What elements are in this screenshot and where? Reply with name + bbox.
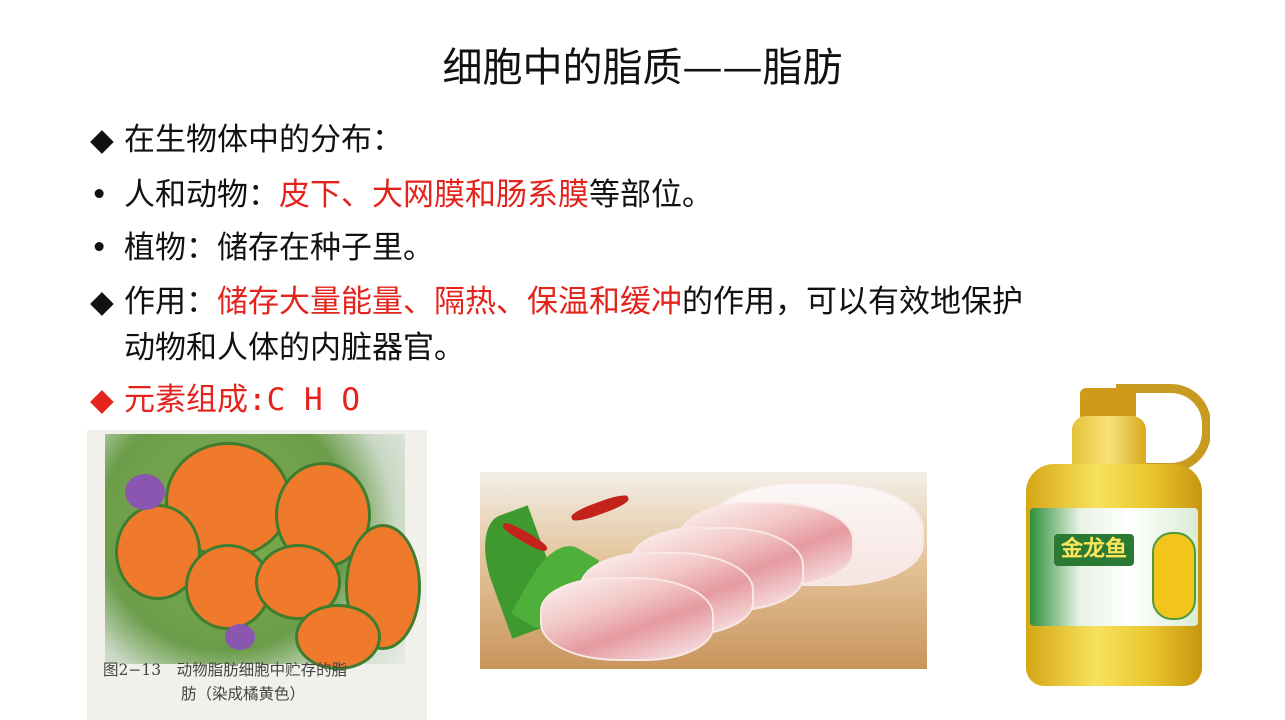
corn-icon bbox=[1152, 532, 1196, 620]
dot-bullet-icon: • bbox=[90, 230, 109, 266]
bottle-logo: 金龙鱼 bbox=[1054, 534, 1134, 566]
function-label: 作用： bbox=[124, 284, 217, 320]
bullet-plants: • 植物：储存在种子里。 bbox=[90, 228, 434, 268]
bullet-elements: ◆ 元素组成:C H O bbox=[90, 380, 360, 420]
figure-caption: 图2−13 动物脂肪细胞中贮存的脂 肪（染成橘黄色） bbox=[103, 658, 413, 706]
fat-cell-micrograph: 图2−13 动物脂肪细胞中贮存的脂 肪（染成橘黄色） bbox=[87, 430, 427, 720]
diamond-bullet-icon: ◆ bbox=[90, 382, 114, 418]
distribution-heading: 在生物体中的分布： bbox=[124, 122, 403, 158]
function-line-2: 动物和人体的内脏器官。 bbox=[124, 330, 465, 366]
diamond-bullet-icon: ◆ bbox=[90, 284, 114, 320]
slide-title: 细胞中的脂质——脂肪 bbox=[442, 45, 843, 91]
animals-suffix: 等部位。 bbox=[589, 177, 713, 213]
animals-label: 人和动物： bbox=[124, 177, 279, 213]
tissue-image bbox=[105, 434, 421, 670]
plants-text: 植物：储存在种子里。 bbox=[124, 230, 434, 266]
bullet-distribution: ◆ 在生物体中的分布： bbox=[90, 120, 403, 160]
function-suffix: 的作用，可以有效地保护 bbox=[682, 284, 1023, 320]
bottle-cap bbox=[1080, 388, 1136, 418]
diamond-bullet-icon: ◆ bbox=[90, 122, 114, 158]
caption-line-1: 图2−13 动物脂肪细胞中贮存的脂 bbox=[103, 661, 348, 679]
caption-line-2: 肪（染成橘黄色） bbox=[181, 685, 306, 703]
bullet-animals: • 人和动物：皮下、大网膜和肠系膜等部位。 bbox=[90, 175, 713, 215]
sliced-pork-photo bbox=[480, 472, 927, 669]
bullet-function: ◆ 作用：储存大量能量、隔热、保温和缓冲的作用，可以有效地保护 bbox=[90, 282, 1023, 322]
function-highlight: 储存大量能量、隔热、保温和缓冲 bbox=[217, 284, 682, 320]
dot-bullet-icon: • bbox=[90, 177, 109, 213]
animals-highlight: 皮下、大网膜和肠系膜 bbox=[279, 177, 589, 213]
cooking-oil-bottle: 金龙鱼 bbox=[1020, 380, 1210, 690]
elements-text: 元素组成:C H O bbox=[124, 382, 360, 418]
